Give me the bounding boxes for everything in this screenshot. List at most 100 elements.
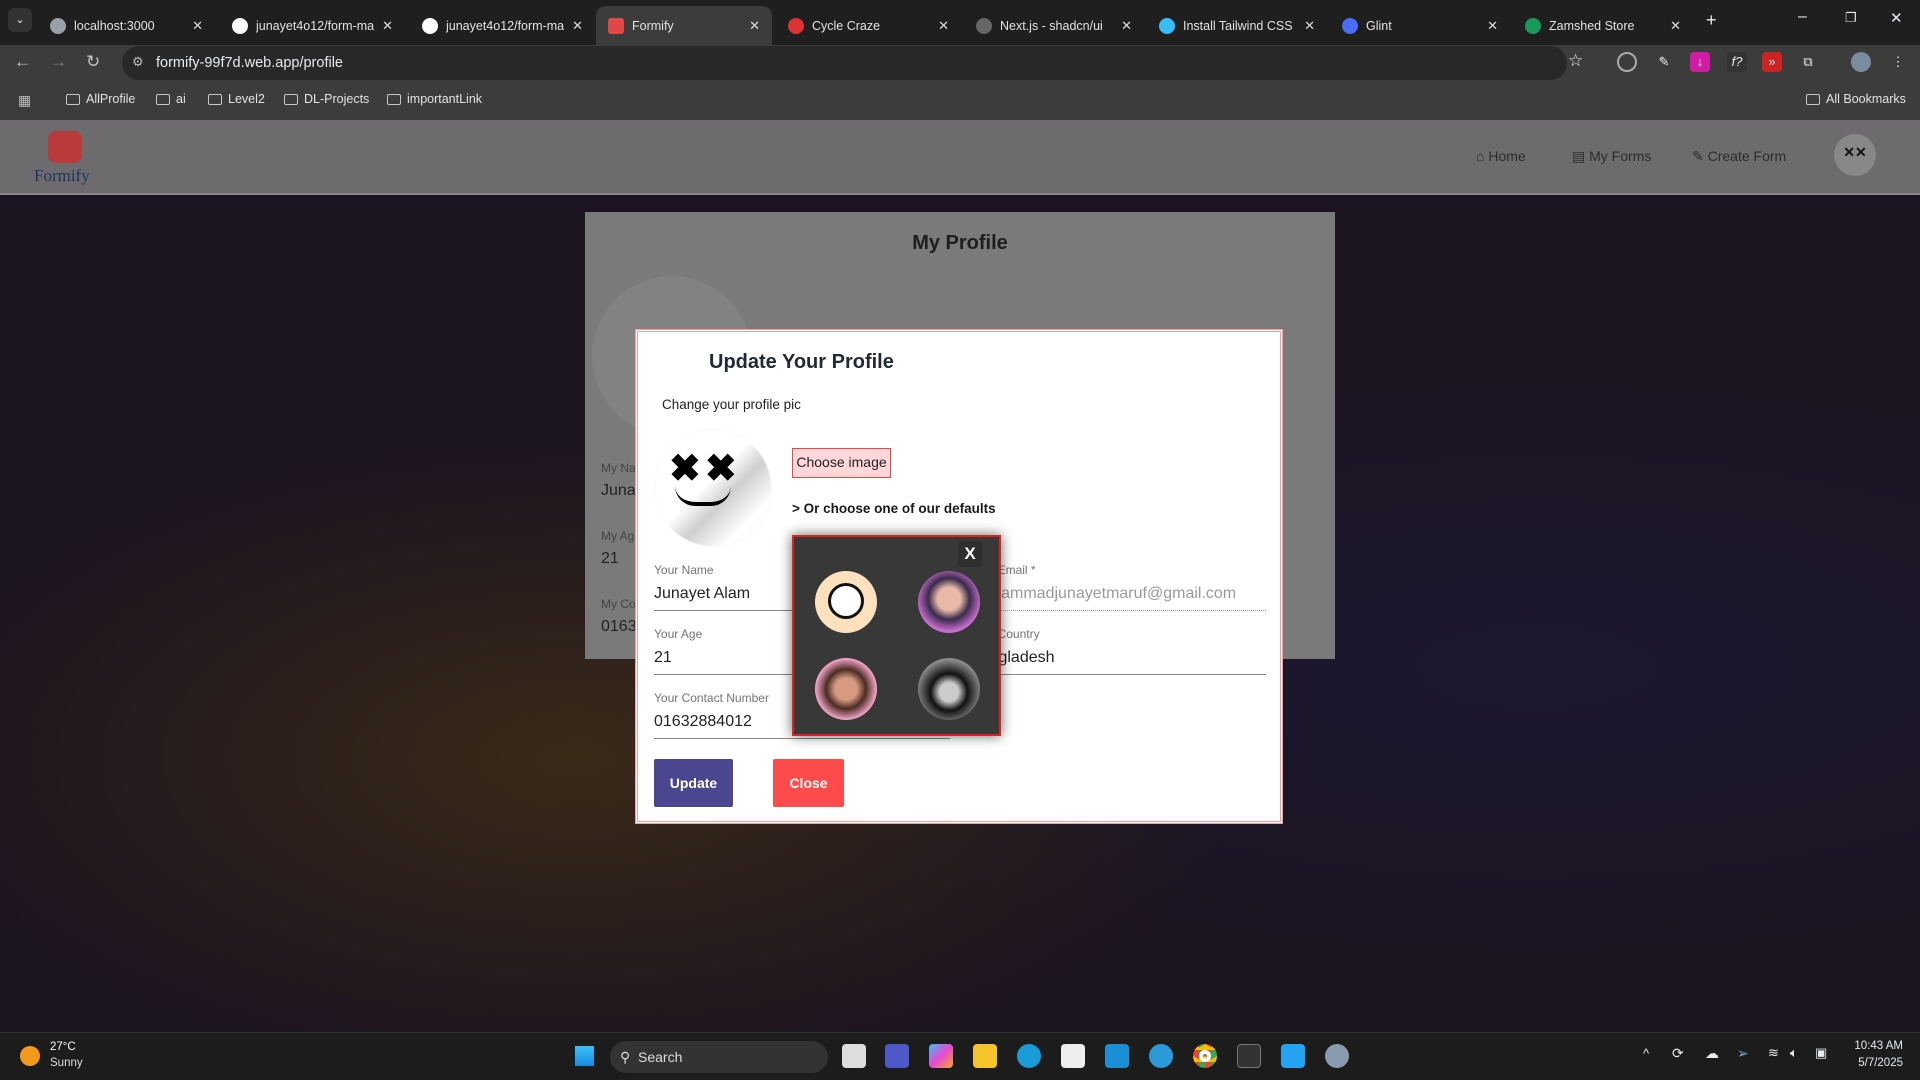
close-icon[interactable]: ✕ [938, 18, 949, 34]
address-bar[interactable]: formify-99f7d.web.app/profile [122, 46, 1567, 80]
minimize-button[interactable]: – [1798, 8, 1807, 26]
back-icon[interactable]: ← [14, 52, 31, 72]
site-info-icon[interactable]: ⚙ [132, 54, 144, 70]
default-avatar-boy[interactable] [815, 658, 877, 720]
tab-tailwind[interactable]: Install Tailwind CSS w ✕ [1147, 6, 1327, 45]
close-icon[interactable]: ✕ [572, 18, 583, 34]
forward-icon[interactable]: → [50, 52, 67, 72]
close-icon[interactable]: ✕ [749, 18, 760, 34]
tab-github-1[interactable]: junayet4o12/form-ma ✕ [220, 6, 405, 45]
close-icon[interactable]: ✕ [1670, 18, 1681, 34]
font-extension-icon[interactable]: f? [1727, 52, 1747, 72]
extension-target-icon[interactable] [1617, 52, 1637, 72]
formify-icon [608, 17, 624, 34]
forms-icon: ▤ [1572, 148, 1590, 164]
chrome-icon[interactable] [1193, 1044, 1217, 1068]
video-extension-icon[interactable]: » [1762, 52, 1782, 72]
tab-zamshed-store[interactable]: Zamshed Store ✕ [1513, 6, 1693, 45]
close-icon[interactable]: ✕ [1304, 18, 1315, 34]
tab-cycle-craze[interactable]: Cycle Craze ✕ [776, 6, 961, 45]
choose-image-button[interactable]: Choose image [792, 448, 891, 478]
close-button[interactable]: Close [773, 759, 844, 807]
copilot-icon[interactable] [929, 1044, 953, 1068]
profile-avatar[interactable] [1851, 52, 1871, 72]
store-icon[interactable] [1061, 1044, 1085, 1068]
folder-icon [387, 93, 401, 105]
bookmark-level2[interactable]: Level2 [208, 92, 265, 106]
reload-icon[interactable]: ↻ [86, 52, 100, 72]
nav-home[interactable]: ⌂ Home [1476, 148, 1526, 164]
clock-time[interactable]: 10:43 AM [1848, 1040, 1903, 1052]
task-view-icon[interactable] [842, 1044, 866, 1068]
all-bookmarks[interactable]: All Bookmarks [1806, 92, 1906, 106]
vscode-icon[interactable] [1281, 1044, 1305, 1068]
eyedropper-icon[interactable]: ✎ [1654, 52, 1674, 72]
default-avatar-anime[interactable] [918, 658, 980, 720]
bookmark-dl-projects[interactable]: DL-Projects [284, 92, 369, 106]
terminal-icon[interactable] [1237, 1044, 1261, 1068]
tab-localhost[interactable]: localhost:3000 ✕ [38, 6, 215, 45]
tab-formify[interactable]: Formify ✕ [596, 6, 772, 45]
default-avatar-panda[interactable] [815, 571, 877, 633]
apps-icon[interactable]: ▦ [18, 92, 31, 109]
close-icon[interactable]: ✕ [382, 18, 393, 34]
update-button[interactable]: Update [654, 759, 733, 807]
nav-create-form[interactable]: ✎ Create Form [1692, 148, 1786, 165]
windows-taskbar [0, 1032, 1920, 1080]
sync-icon[interactable]: ⟳ [1672, 1045, 1684, 1062]
weather-desc[interactable]: Sunny [50, 1057, 83, 1069]
battery-icon[interactable]: ▣ [1815, 1045, 1827, 1061]
wifi-icon[interactable]: ≋ [1768, 1045, 1779, 1061]
profile-age-label: My Ag [601, 529, 635, 543]
bookmark-ai[interactable]: ai [156, 92, 186, 106]
popup-close-button[interactable]: X [958, 541, 982, 567]
app-logo-text[interactable]: Formify [34, 166, 90, 186]
restore-button[interactable]: ❐ [1845, 10, 1857, 26]
weather-temp[interactable]: 27°C [50, 1041, 76, 1053]
extensions-icon[interactable]: ⧉ [1798, 52, 1818, 72]
help-icon[interactable] [1149, 1044, 1173, 1068]
edge-icon[interactable] [1017, 1044, 1041, 1068]
choose-defaults-link[interactable]: > Or choose one of our defaults [792, 501, 996, 516]
tab-search-button[interactable]: ⌄ [8, 8, 32, 32]
default-avatar-girl[interactable] [918, 571, 980, 633]
file-explorer-icon[interactable] [973, 1044, 997, 1068]
tab-nextjs[interactable]: Next.js - shadcn/ui ✕ [964, 6, 1144, 45]
menu-icon[interactable]: ⋮ [1888, 52, 1908, 72]
download-extension-icon[interactable]: ↓ [1690, 52, 1710, 72]
country-underline [970, 674, 1266, 675]
profile-contact-label: My Co [601, 597, 636, 611]
nav-my-forms[interactable]: ▤ My Forms [1572, 148, 1651, 165]
tab-github-2[interactable]: junayet4o12/form-ma ✕ [410, 6, 595, 45]
modal-title: Update Your Profile [709, 351, 894, 373]
current-avatar: ✖✖ [655, 430, 771, 546]
formify-logo-icon [48, 131, 82, 163]
new-tab-button[interactable]: + [1706, 10, 1717, 31]
bookmark-importantlink[interactable]: importantLink [387, 92, 482, 106]
profile-name-value: Juna [601, 482, 636, 499]
contact-input[interactable]: 01632884012 [654, 713, 752, 731]
age-input[interactable]: 21 [654, 649, 672, 667]
window-close-button[interactable]: ✕ [1890, 9, 1903, 27]
bookmark-star-icon[interactable]: ☆ [1568, 51, 1583, 71]
cycle-icon [788, 17, 804, 34]
windows-start-icon[interactable] [573, 1045, 595, 1067]
close-icon[interactable]: ✕ [1121, 18, 1132, 34]
volume-icon[interactable]: 🔈︎ [1790, 1045, 1798, 1061]
tray-chevron-icon[interactable]: ^ [1643, 1046, 1649, 1061]
name-input[interactable]: Junayet Alam [654, 585, 750, 603]
close-icon[interactable]: ✕ [192, 18, 203, 34]
close-icon[interactable]: ✕ [1487, 18, 1498, 34]
teams-icon[interactable] [885, 1044, 909, 1068]
user-avatar[interactable]: ✕✕ [1834, 134, 1876, 176]
search-icon: ⚲ [620, 1049, 631, 1065]
location-icon[interactable]: ➢ [1737, 1045, 1749, 1062]
onedrive-icon[interactable]: ☁ [1705, 1045, 1719, 1062]
github-icon [422, 17, 438, 34]
taskbar-search[interactable]: ⚲ Search [610, 1041, 828, 1073]
bookmark-allprofile[interactable]: AllProfile [66, 92, 135, 106]
hp-icon[interactable] [1105, 1044, 1129, 1068]
settings-icon[interactable] [1325, 1044, 1349, 1068]
tab-glint[interactable]: Glint ✕ [1330, 6, 1510, 45]
clock-date[interactable]: 5/7/2025 [1848, 1057, 1903, 1069]
